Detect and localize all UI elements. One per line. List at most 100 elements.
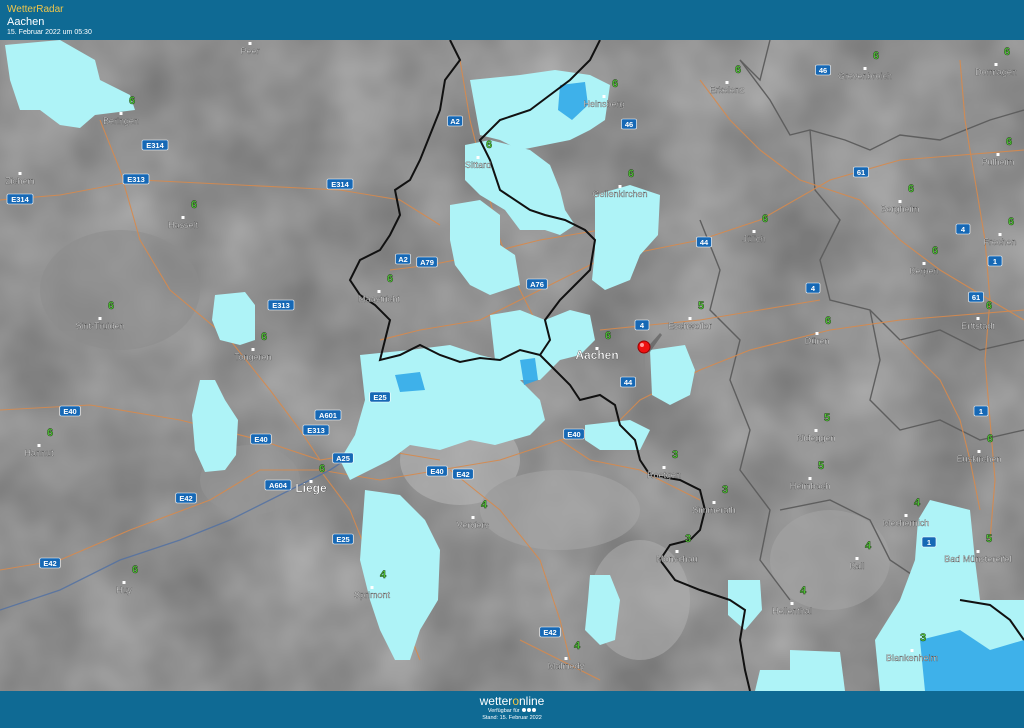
temperature-label: 5: [698, 300, 704, 312]
road-shield-label: E313: [272, 301, 290, 310]
temperature-label: 6: [108, 300, 114, 312]
city-dot: [815, 332, 819, 335]
rain-area-heavy: [395, 372, 425, 392]
temperature-label: 6: [932, 245, 938, 257]
road-shield-label: E25: [373, 393, 386, 402]
city-name: Tongeren: [234, 352, 272, 362]
road-shield: 46: [815, 64, 831, 76]
city-dot: [996, 153, 1000, 156]
city-dot: [712, 501, 716, 504]
map-canvas[interactable]: E314 E313 E314 E314 A2 A2 A79 A76 E313 E40 A601 E31…: [0, 40, 1024, 691]
city-dot: [18, 172, 22, 175]
city-dot: [98, 317, 102, 320]
road-shield-label: 44: [700, 238, 709, 247]
road-shield: 1: [973, 405, 989, 417]
road-shield: 1: [921, 536, 937, 548]
road-shield: E40: [426, 465, 448, 477]
road-shield-label: E40: [430, 467, 443, 476]
temperature-label: 6: [825, 315, 831, 327]
road-shield: A601: [314, 409, 342, 421]
city-name: Roetgen: [647, 470, 681, 480]
city-name: Peer: [240, 46, 259, 56]
city-name: Hannut: [24, 448, 54, 458]
city-name: Beringen: [103, 116, 139, 126]
temperature-label: 6: [1008, 216, 1014, 228]
city-dot: [471, 516, 475, 519]
city-dot: [662, 466, 666, 469]
road-shield-label: E42: [543, 628, 556, 637]
road-shield-label: E40: [63, 407, 76, 416]
road-shield-label: E314: [331, 180, 349, 189]
city-name: Heimbach: [790, 481, 831, 491]
road-shield: E40: [250, 433, 272, 445]
road-shield: E25: [332, 533, 354, 545]
city-dot: [725, 81, 729, 84]
city-name: Euskirchen: [957, 454, 1002, 464]
city-name: Huy: [116, 585, 133, 595]
radar-map[interactable]: E314 E313 E314 E314 A2 A2 A79 A76 E313 E40 A601 E31…: [0, 40, 1024, 691]
city-name: Hasselt: [168, 220, 199, 230]
road-shield: E314: [326, 178, 354, 190]
road-shield: E313: [302, 424, 330, 436]
city-name: Malmedy: [548, 661, 585, 671]
pin-head-icon: [637, 340, 651, 354]
city-dot: [181, 216, 185, 219]
city-dot: [998, 233, 1002, 236]
temperature-label: 4: [800, 585, 807, 597]
city-dot: [977, 450, 981, 453]
city-name: Simmerath: [692, 505, 736, 515]
road-shield-label: A604: [269, 481, 288, 490]
road-shield: E314: [6, 193, 34, 205]
city-dot: [752, 230, 756, 233]
logo-text-1: wetter: [479, 694, 513, 708]
road-shield: 1: [987, 255, 1003, 267]
city-dot: [618, 185, 622, 188]
city-name: Erftstadt: [961, 321, 995, 331]
road-shield-label: 44: [624, 378, 633, 387]
app-brand: WetterRadar: [7, 4, 64, 15]
city-name: Hellenthal: [772, 606, 812, 616]
road-shield-label: E42: [179, 494, 192, 503]
city-dot: [976, 550, 980, 553]
temperature-label: 3: [722, 484, 728, 496]
road-shield: E42: [539, 626, 561, 638]
road-shield: E42: [39, 557, 61, 569]
city-name: Erkelenz: [709, 85, 745, 95]
city-dot: [37, 444, 41, 447]
footer-bar: wetteronline Verfügbar für Stand: 15. Fe…: [0, 691, 1024, 728]
timestamp: 15. Februar 2022 um 05:30: [7, 29, 92, 36]
temperature-label: 6: [261, 331, 267, 343]
city-dot: [994, 63, 998, 66]
temperature-label: 5: [824, 412, 830, 424]
city-name: Bad Münstereifel: [944, 554, 1012, 564]
road-shield-label: 1: [927, 538, 931, 547]
road-shield-label: E40: [254, 435, 267, 444]
temperature-label: 6: [873, 50, 879, 62]
road-shield-label: 46: [625, 120, 633, 129]
city-dot: [476, 156, 480, 159]
platform-icons: [521, 708, 537, 715]
city-name: Eschweiler: [668, 321, 712, 331]
wetteronline-logo[interactable]: wetteronline: [0, 695, 1024, 708]
city-dot: [904, 514, 908, 517]
road-shield: 44: [620, 376, 636, 388]
city-name: Aachen: [575, 348, 618, 362]
road-shield-label: 46: [819, 66, 827, 75]
temperature-label: 6: [762, 213, 768, 225]
road-shield: A25: [332, 452, 354, 464]
road-shield-label: E42: [456, 470, 469, 479]
temperature-label: 6: [129, 95, 135, 107]
temperature-label: 4: [481, 499, 488, 511]
city-name: Heinsberg: [583, 99, 624, 109]
city-dot: [564, 657, 568, 660]
road-shield: E42: [175, 492, 197, 504]
city-name: Liege: [295, 481, 327, 495]
road-shield: A2: [447, 115, 463, 127]
road-shield-label: 61: [857, 168, 865, 177]
city-name: Kall: [849, 561, 864, 571]
road-shield: A2: [395, 253, 411, 265]
temperature-label: 3: [920, 632, 926, 644]
city-name: Bergheim: [881, 204, 920, 214]
city-name: Mechernich: [883, 518, 930, 528]
road-shield: A76: [526, 278, 548, 290]
